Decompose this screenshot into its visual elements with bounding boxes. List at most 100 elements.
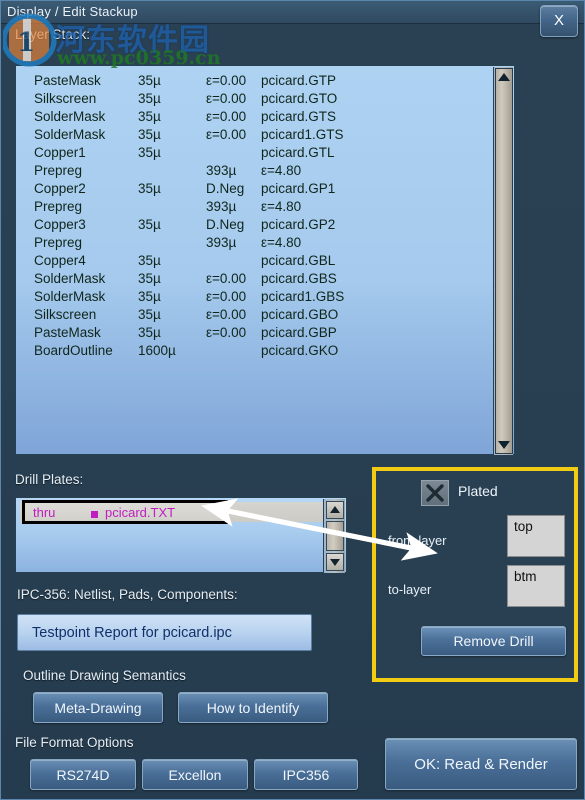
layer-thickness: 35µ [138,91,161,106]
layer-thickness: 35µ [138,127,161,142]
layer-property: ε=0.00 [206,127,247,142]
layer-file: pcicard.GTL [261,145,335,160]
to-layer-label: to-layer [388,582,432,597]
layer-property: D.Neg [206,217,245,232]
layer-name: Prepreg [34,235,83,250]
layer-property: ε=0.00 [206,271,247,286]
layer-file: pcicard.GBO [261,307,339,322]
how-to-identify-button[interactable]: How to Identify [178,692,328,723]
drill-detail-panel: Plated from-layer top to-layer btm Remov… [372,467,578,682]
layer-property: ε=0.00 [206,325,247,340]
to-layer-field[interactable]: btm [507,565,565,607]
chevron-down-icon [330,559,340,566]
layer-thickness: 35µ [138,145,161,160]
layer-property: D.Neg [206,181,245,196]
layer-file: pcicard.GTP [261,73,337,88]
drill-plates-label: Drill Plates: [15,472,84,487]
layer-row[interactable]: Silkscreen 35µ ε=0.00 pcicard.GBO [16,306,494,324]
layer-list-scrollbar[interactable] [493,67,513,455]
close-button[interactable]: X [540,5,578,37]
layer-row[interactable]: SolderMask 35µ ε=0.00 pcicard1.GBS [16,288,494,306]
layer-file: ε=4.80 [261,163,302,178]
layer-name: SolderMask [34,289,106,304]
layer-row[interactable]: BoardOutline 1600µ pcicard.GKO [16,342,494,360]
layer-name: Copper3 [34,217,86,232]
layer-row[interactable]: Copper3 35µ D.Neg pcicard.GP2 [16,216,494,234]
layer-name: SolderMask [34,271,106,286]
chevron-up-icon [330,506,340,513]
layer-property: 393µ [206,163,237,178]
remove-drill-button[interactable]: Remove Drill [421,626,566,656]
plated-checkbox[interactable] [421,480,449,506]
layer-thickness: 35µ [138,307,161,322]
drill-file-label: pcicard.TXT [105,505,176,520]
layer-stack-label: Layer Stack: [15,27,91,42]
layer-file: pcicard.GBL [261,253,336,268]
layer-name: Prepreg [34,199,83,214]
from-layer-field[interactable]: top [507,515,565,557]
layer-row[interactable]: Prepreg 393µ ε=4.80 [16,234,494,252]
layer-thickness: 35µ [138,289,161,304]
layer-row[interactable]: Copper4 35µ pcicard.GBL [16,252,494,270]
rs274d-button[interactable]: RS274D [30,759,136,790]
layer-stack-list[interactable]: PasteMask 35µ ε=0.00 pcicard.GTP Silkscreen 3… [15,65,515,455]
layer-property: 393µ [206,199,237,214]
layer-name: Silkscreen [34,307,97,322]
layer-file: pcicard.GP1 [261,181,336,196]
layer-file: pcicard1.GTS [261,127,344,142]
drill-plate-row-selected[interactable]: thru pcicard.TXT [22,500,228,524]
drill-scroll-thumb[interactable] [326,521,344,551]
layer-file: pcicard.GBS [261,271,337,286]
drill-span-label: thru [33,505,56,520]
layer-list-scroll-thumb[interactable] [495,68,513,454]
layer-row[interactable]: SolderMask 35µ ε=0.00 pcicard1.GTS [16,126,494,144]
plated-label: Plated [458,483,498,499]
drill-plates-list[interactable]: thru pcicard.TXT [15,497,347,573]
layer-property: ε=0.00 [206,307,247,322]
layer-thickness: 35µ [138,253,161,268]
layer-file: pcicard1.GBS [261,289,345,304]
excellon-button[interactable]: Excellon [142,759,248,790]
scroll-up-arrow-icon[interactable] [498,73,510,81]
layer-file: pcicard.GP2 [261,217,336,232]
drill-list-scrollbar[interactable] [323,499,345,573]
layer-row[interactable]: SolderMask 35µ ε=0.00 pcicard.GTS [16,108,494,126]
drill-scroll-down-button[interactable] [326,553,344,571]
testpoint-report-button[interactable]: Testpoint Report for pcicard.ipc [17,614,312,651]
layer-row[interactable]: PasteMask 35µ ε=0.00 pcicard.GBP [16,324,494,342]
layer-name: Prepreg [34,163,83,178]
outline-semantics-label: Outline Drawing Semantics [23,668,186,683]
layer-row[interactable]: Prepreg 393µ ε=4.80 [16,198,494,216]
ok-read-render-button[interactable]: OK: Read & Render [385,738,577,790]
layer-thickness: 35µ [138,271,161,286]
layer-property: ε=0.00 [206,91,247,106]
layer-name: Copper1 [34,145,86,160]
layer-file: pcicard.GTO [261,91,338,106]
layer-row[interactable]: Prepreg 393µ ε=4.80 [16,162,494,180]
layer-property: ε=0.00 [206,73,247,88]
layer-row[interactable]: SolderMask 35µ ε=0.00 pcicard.GBS [16,270,494,288]
layer-name: Copper4 [34,253,86,268]
layer-thickness: 35µ [138,109,161,124]
layer-thickness: 35µ [138,73,161,88]
scroll-down-arrow-icon[interactable] [498,441,510,449]
drill-scroll-up-button[interactable] [326,501,344,519]
layer-name: Copper2 [34,181,86,196]
layer-row[interactable]: Silkscreen 35µ ε=0.00 pcicard.GTO [16,90,494,108]
stackup-dialog: Display / Edit Stackup X Layer Stack: Pa… [0,0,585,800]
layer-file: pcicard.GBP [261,325,337,340]
layer-file: ε=4.80 [261,235,302,250]
layer-file: pcicard.GTS [261,109,337,124]
window-title: Display / Edit Stackup [7,4,138,19]
layer-thickness: 35µ [138,181,161,196]
layer-thickness: 35µ [138,217,161,232]
meta-drawing-button[interactable]: Meta-Drawing [33,692,163,723]
ipc356-format-button[interactable]: IPC356 [254,759,358,790]
layer-row[interactable]: Copper2 35µ D.Neg pcicard.GP1 [16,180,494,198]
layer-file: pcicard.GKO [261,343,339,358]
layer-row[interactable]: Copper1 35µ pcicard.GTL [16,144,494,162]
title-bar: Display / Edit Stackup [1,1,584,24]
file-format-label: File Format Options [15,735,134,750]
layer-row[interactable]: PasteMask 35µ ε=0.00 pcicard.GTP [16,72,494,90]
layer-file: ε=4.80 [261,199,302,214]
